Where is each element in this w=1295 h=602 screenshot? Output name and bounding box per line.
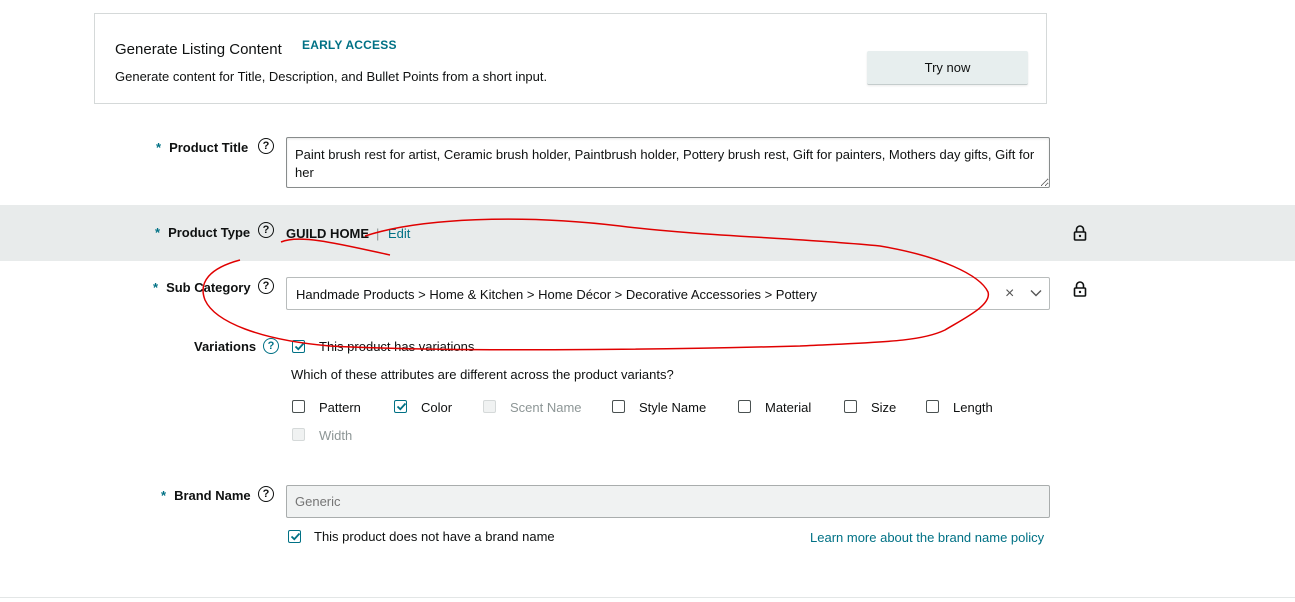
sub-category-select[interactable]: Handmade Products > Home & Kitchen > Hom… [286, 277, 1050, 310]
no-brand-label: This product does not have a brand name [314, 529, 555, 544]
required-mark: * [155, 225, 161, 240]
product-title-label: * Product Title [156, 140, 248, 155]
early-access-badge: EARLY ACCESS [302, 38, 397, 52]
required-mark: * [161, 488, 167, 503]
brand-name-label: * Brand Name [161, 488, 251, 503]
question-circle-icon[interactable]: ? [263, 338, 279, 354]
separator: | [376, 226, 380, 241]
chevron-down-icon[interactable] [1030, 288, 1042, 298]
length-label: Length [953, 400, 993, 415]
variations-label: Variations [194, 339, 257, 354]
length-checkbox[interactable] [926, 400, 939, 413]
lock-icon[interactable] [1073, 281, 1087, 297]
material-checkbox[interactable] [738, 400, 751, 413]
scent-name-checkbox [483, 400, 496, 413]
checkmark-icon [290, 532, 301, 541]
brand-policy-link[interactable]: Learn more about the brand name policy [810, 530, 1044, 545]
product-type-label: * Product Type [155, 225, 250, 240]
sub-category-label-text: Sub Category [166, 280, 251, 295]
width-checkbox [292, 428, 305, 441]
product-type-edit-link[interactable]: Edit [388, 226, 410, 241]
product-title-input[interactable] [286, 137, 1050, 188]
pattern-checkbox[interactable] [292, 400, 305, 413]
color-label: Color [421, 400, 453, 415]
product-type-label-text: Product Type [168, 225, 251, 240]
clear-icon[interactable]: × [1005, 285, 1014, 303]
brand-name-input[interactable] [286, 485, 1050, 518]
required-mark: * [156, 140, 162, 155]
checkmark-icon [396, 402, 407, 411]
card-title: Generate Listing Content [115, 41, 282, 58]
question-circle-icon[interactable]: ? [258, 222, 274, 238]
variations-question: Which of these attributes are different … [291, 367, 674, 382]
try-now-button[interactable]: Try now [867, 51, 1028, 85]
product-type-value: GUILD HOME [286, 226, 370, 241]
has-variations-label: This product has variations [319, 339, 475, 354]
generate-listing-card: Generate Listing Content EARLY ACCESS Ge… [94, 13, 1047, 104]
sub-category-label: * Sub Category [153, 280, 251, 295]
checkmark-icon [294, 342, 305, 351]
lock-icon[interactable] [1073, 225, 1087, 241]
brand-name-label-text: Brand Name [174, 488, 251, 503]
product-title-label-text: Product Title [169, 140, 249, 155]
size-checkbox[interactable] [844, 400, 857, 413]
required-mark: * [153, 280, 159, 295]
pattern-label: Pattern [319, 400, 361, 415]
scent-name-label: Scent Name [510, 400, 582, 415]
question-circle-icon[interactable]: ? [258, 278, 274, 294]
width-label: Width [319, 428, 353, 443]
sub-category-value: Handmade Products > Home & Kitchen > Hom… [296, 287, 817, 302]
question-circle-icon[interactable]: ? [258, 138, 274, 154]
has-variations-checkbox[interactable] [292, 340, 305, 353]
style-name-label: Style Name [639, 400, 707, 415]
no-brand-checkbox[interactable] [288, 530, 301, 543]
question-circle-icon[interactable]: ? [258, 486, 274, 502]
color-checkbox[interactable] [394, 400, 407, 413]
divider [0, 597, 1295, 598]
style-name-checkbox[interactable] [612, 400, 625, 413]
card-description: Generate content for Title, Description,… [115, 69, 548, 84]
material-label: Material [765, 400, 812, 415]
size-label: Size [871, 400, 897, 415]
